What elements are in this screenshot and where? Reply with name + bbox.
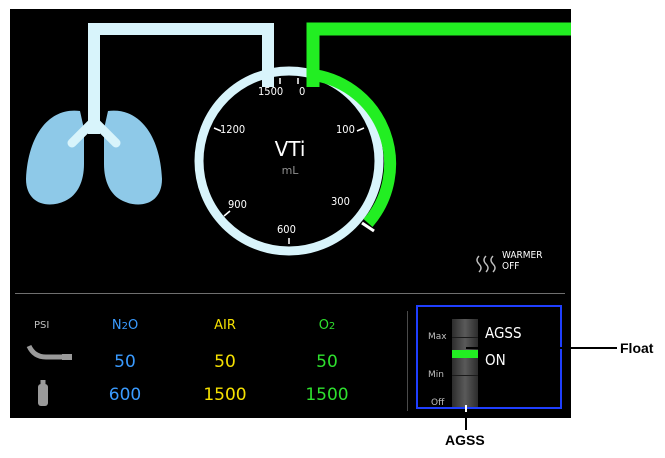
callout-float: Float: [620, 340, 654, 356]
callout-agss: AGSS: [445, 432, 485, 448]
callout-lines: [465, 347, 617, 430]
